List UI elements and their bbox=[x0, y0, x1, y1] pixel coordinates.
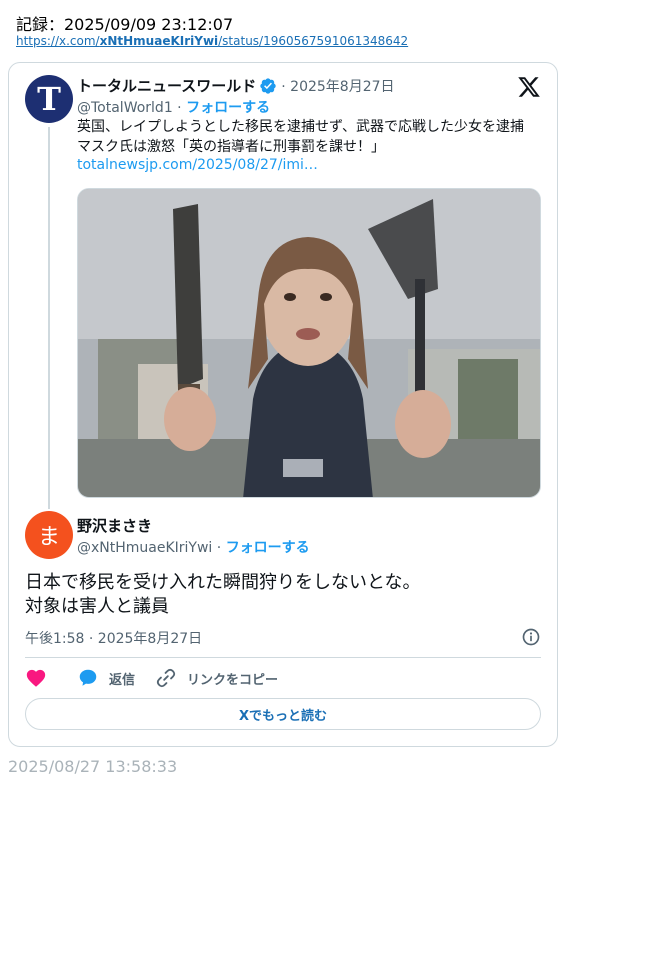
reply-button[interactable]: 返信 bbox=[77, 667, 135, 689]
quoted-display-name[interactable]: トータルニュースワールド bbox=[77, 75, 256, 96]
quoted-tweet-text: 英国、レイプしようとした移民を逮捕せず、武器で応戦した少女を逮捕 マスク氏は激怒… bbox=[77, 119, 539, 155]
quoted-name-row: トータルニュースワールド · 2025年8月27日 bbox=[77, 75, 395, 96]
quoted-date[interactable]: · 2025年8月27日 bbox=[281, 76, 394, 96]
info-icon[interactable] bbox=[521, 627, 541, 647]
quoted-follow-link[interactable]: フォローする bbox=[186, 100, 270, 116]
reply-label: 返信 bbox=[109, 672, 136, 688]
main-handle[interactable]: @xNtHmuaeKIriYwi · bbox=[77, 540, 221, 556]
quoted-handle[interactable]: @TotalWorld1 · bbox=[77, 100, 182, 116]
main-avatar[interactable]: ま bbox=[25, 511, 73, 559]
main-tweet-text-line-1: 日本で移民を受け入れた瞬間狩りをしないとな。 bbox=[25, 572, 421, 593]
main-tweet-timestamp[interactable]: 午後1:58 · 2025年8月27日 bbox=[25, 628, 202, 648]
reply-bubble-icon bbox=[79, 669, 97, 686]
main-handle-row: @xNtHmuaeKIriYwi · フォローする bbox=[77, 537, 310, 557]
record-url-user: xNtHmuaeKIriYwi bbox=[99, 34, 219, 48]
main-follow-link[interactable]: フォローする bbox=[226, 540, 310, 556]
media-image-illustration bbox=[78, 189, 540, 497]
like-button[interactable] bbox=[25, 667, 57, 689]
footer-timestamp: 2025/08/27 13:58:33 bbox=[8, 757, 178, 776]
quoted-tweet-link[interactable]: totalnewsjp.com/2025/08/27/imi… bbox=[77, 157, 318, 173]
tweet-embed-card: T トータルニュースワールド · 2025年8月27日 @TotalWorld1… bbox=[8, 62, 558, 747]
verified-badge-icon bbox=[259, 77, 277, 95]
link-icon bbox=[156, 668, 176, 688]
quoted-handle-row: @TotalWorld1 · フォローする bbox=[77, 97, 270, 117]
record-url-prefix: https://x.com/ bbox=[16, 34, 100, 48]
record-timestamp: 記録：2025/09/09 23:12:07 bbox=[16, 15, 234, 34]
record-url-link[interactable]: https://x.com/xNtHmuaeKIriYwi/status/196… bbox=[16, 34, 408, 48]
quoted-avatar[interactable]: T bbox=[25, 75, 73, 123]
copy-link-label: リンクをコピー bbox=[187, 672, 279, 688]
read-more-on-x-button[interactable]: Xでもっと読む bbox=[25, 698, 541, 730]
actions-divider bbox=[25, 657, 541, 658]
x-logo-icon[interactable] bbox=[517, 75, 541, 99]
main-tweet-text: 日本で移民を受け入れた瞬間狩りをしないとな。 対象は害人と議員 bbox=[25, 571, 545, 619]
main-display-name[interactable]: 野沢まさき bbox=[77, 515, 152, 536]
main-tweet-text-line-2: 対象は害人と議員 bbox=[25, 596, 169, 617]
quoted-tweet-media[interactable] bbox=[77, 188, 541, 498]
thread-connector-line bbox=[48, 127, 50, 509]
record-url-suffix: /status/1960567591061348642 bbox=[218, 34, 409, 48]
copy-link-button[interactable]: リンクをコピー bbox=[155, 667, 278, 689]
heart-icon bbox=[26, 669, 46, 687]
tweet-actions: 返信 リンクをコピー bbox=[25, 666, 298, 690]
